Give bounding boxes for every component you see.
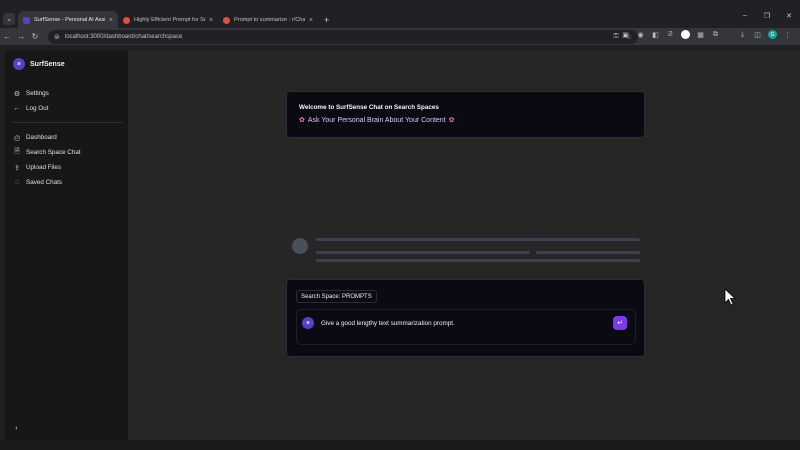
browser-tab-reddit-chatgpt[interactable]: Prompt to summarize : r/ChatGPT × [218,11,318,29]
download-icon[interactable]: ⤓ [738,30,747,39]
skeleton-line [536,251,640,254]
brain-icon: ✿ [299,117,305,124]
arrow-left-icon: ← [13,105,21,112]
sidebar-item-label: Settings [26,90,49,97]
brand[interactable]: ≋ SurfSense [13,58,65,70]
theme-toggle-icon[interactable]: ◐ [15,425,19,432]
sidebar-item-label: Upload Files [26,164,61,171]
window-top-strip [0,0,800,9]
reload-icon[interactable]: ↻ [28,32,42,41]
user-avatar: ≋ [302,317,314,329]
skeleton-line [316,238,640,241]
site-info-icon[interactable]: ⊜ [54,33,60,41]
sidebar-item-label: Dashboard [26,134,57,141]
sidepanel-icon[interactable]: ◫ [753,30,762,39]
tab-search-button[interactable]: ⌄ [3,13,15,25]
upload-icon: ⇪ [14,164,20,172]
extension-icon[interactable]: Ƨ [666,30,675,39]
browser-tab-surfsense[interactable]: SurfSense - Personal AI Assistant × [18,11,118,29]
gear-icon: ⚙ [13,90,21,98]
surfsense-logo-icon: ≋ [13,58,25,70]
skeleton-line [316,259,640,262]
url-field[interactable]: ⊜ localhost:3000/dashboard/chat/searchsp… [48,29,638,44]
tab-title: Highly Efficient Prompt for Summarizatio… [134,17,205,23]
file-search-icon: 🗎 [14,148,20,155]
window-controls: – ❐ ✕ [734,12,800,20]
search-space-badge[interactable]: Search Space: PROMPTS [296,290,377,303]
chat-composer: Search Space: PROMPTS ≋ ↵ [286,279,645,357]
reddit-favicon-icon [223,16,230,24]
close-tab-icon[interactable]: × [209,17,213,24]
sidebar-item-label: Saved Chats [26,179,63,186]
bottom-strip [0,440,800,450]
welcome-title: Welcome to SurfSense Chat on Search Spac… [299,104,439,111]
tab-title: SurfSense - Personal AI Assistant [34,17,105,23]
message-input-row: ≋ ↵ [296,309,636,345]
extension-icon[interactable]: ◉ [636,30,645,39]
sidebar-item-label: Search Space Chat [26,149,81,156]
puzzle-icon[interactable]: ⧉ [711,30,720,39]
mouse-cursor-icon [724,288,736,306]
maximize-icon[interactable]: ❐ [756,12,778,20]
tab-title: Prompt to summarize : r/ChatGPT [234,17,305,23]
surfsense-favicon-icon [23,16,30,24]
welcome-card: Welcome to SurfSense Chat on Search Spac… [286,91,645,138]
menu-kebab-icon[interactable]: ⋮ [783,30,792,39]
url-text: localhost:3000/dashboard/chat/searchspac… [64,33,183,40]
profile-avatar[interactable]: G [768,30,777,39]
sidebar-main-nav: ◴ Dashboard 🗎 Search Space Chat ⇪ Upload… [13,133,81,187]
close-window-icon[interactable]: ✕ [778,12,800,20]
skeleton-avatar [292,238,308,254]
enter-icon: ↵ [617,320,623,327]
back-icon[interactable]: ← [0,32,14,41]
brain-icon: ✿ [448,117,455,124]
forward-icon[interactable]: → [14,32,28,41]
sidebar-item-upload-files[interactable]: ⇪ Upload Files [13,163,81,172]
sidebar-top-nav: ⚙ Settings ← Log Out [13,89,49,113]
gauge-icon: ◴ [13,134,21,142]
welcome-subtitle-text: Ask Your Personal Brain About Your Conte… [307,116,446,124]
skeleton-line [316,251,530,254]
brand-name: SurfSense [30,60,65,68]
sidebar-divider [11,122,123,123]
extension-icon[interactable]: ◧ [651,30,660,39]
main-content: Welcome to SurfSense Chat on Search Spac… [128,50,800,440]
chat-search-icon: ◌ [14,179,20,186]
sidebar-item-settings[interactable]: ⚙ Settings [13,89,49,98]
loading-skeleton [292,238,640,264]
extensions-toolbar: ▣ ◉ ◧ Ƨ ▦ ⧉ ⤓ ◫ G ⋮ [621,30,792,39]
tab-bar: ⌄ SurfSense - Personal AI Assistant × Hi… [0,9,800,29]
sidebar-item-logout[interactable]: ← Log Out [13,104,49,113]
key-icon[interactable]: ⚿ [613,33,618,41]
sidebar-item-dashboard[interactable]: ◴ Dashboard [13,133,81,142]
welcome-subtitle: ✿ Ask Your Personal Brain About Your Con… [299,116,455,125]
reddit-favicon-icon [123,16,130,24]
close-tab-icon[interactable]: × [309,17,313,24]
close-tab-icon[interactable]: × [109,17,113,24]
extension-icon[interactable] [681,30,690,39]
browser-tab-prompt-summarization[interactable]: Highly Efficient Prompt for Summarizatio… [118,11,218,29]
extension-icon[interactable]: ▣ [621,30,630,39]
message-input[interactable] [321,320,601,327]
send-button[interactable]: ↵ [613,316,627,330]
extension-icon[interactable]: ▦ [696,30,705,39]
sidebar-item-saved-chats[interactable]: ◌ Saved Chats [13,178,81,187]
sidebar-item-label: Log Out [26,105,49,112]
sidebar: ≋ SurfSense ⚙ Settings ← Log Out ◴ Dashb… [5,50,128,440]
minimize-icon[interactable]: – [734,12,756,20]
chevron-down-icon: ⌄ [6,16,12,23]
new-tab-button[interactable]: + [324,15,329,25]
sidebar-item-search-space-chat[interactable]: 🗎 Search Space Chat [13,148,81,157]
address-bar: ← → ↻ ⊜ localhost:3000/dashboard/chat/se… [0,28,800,45]
